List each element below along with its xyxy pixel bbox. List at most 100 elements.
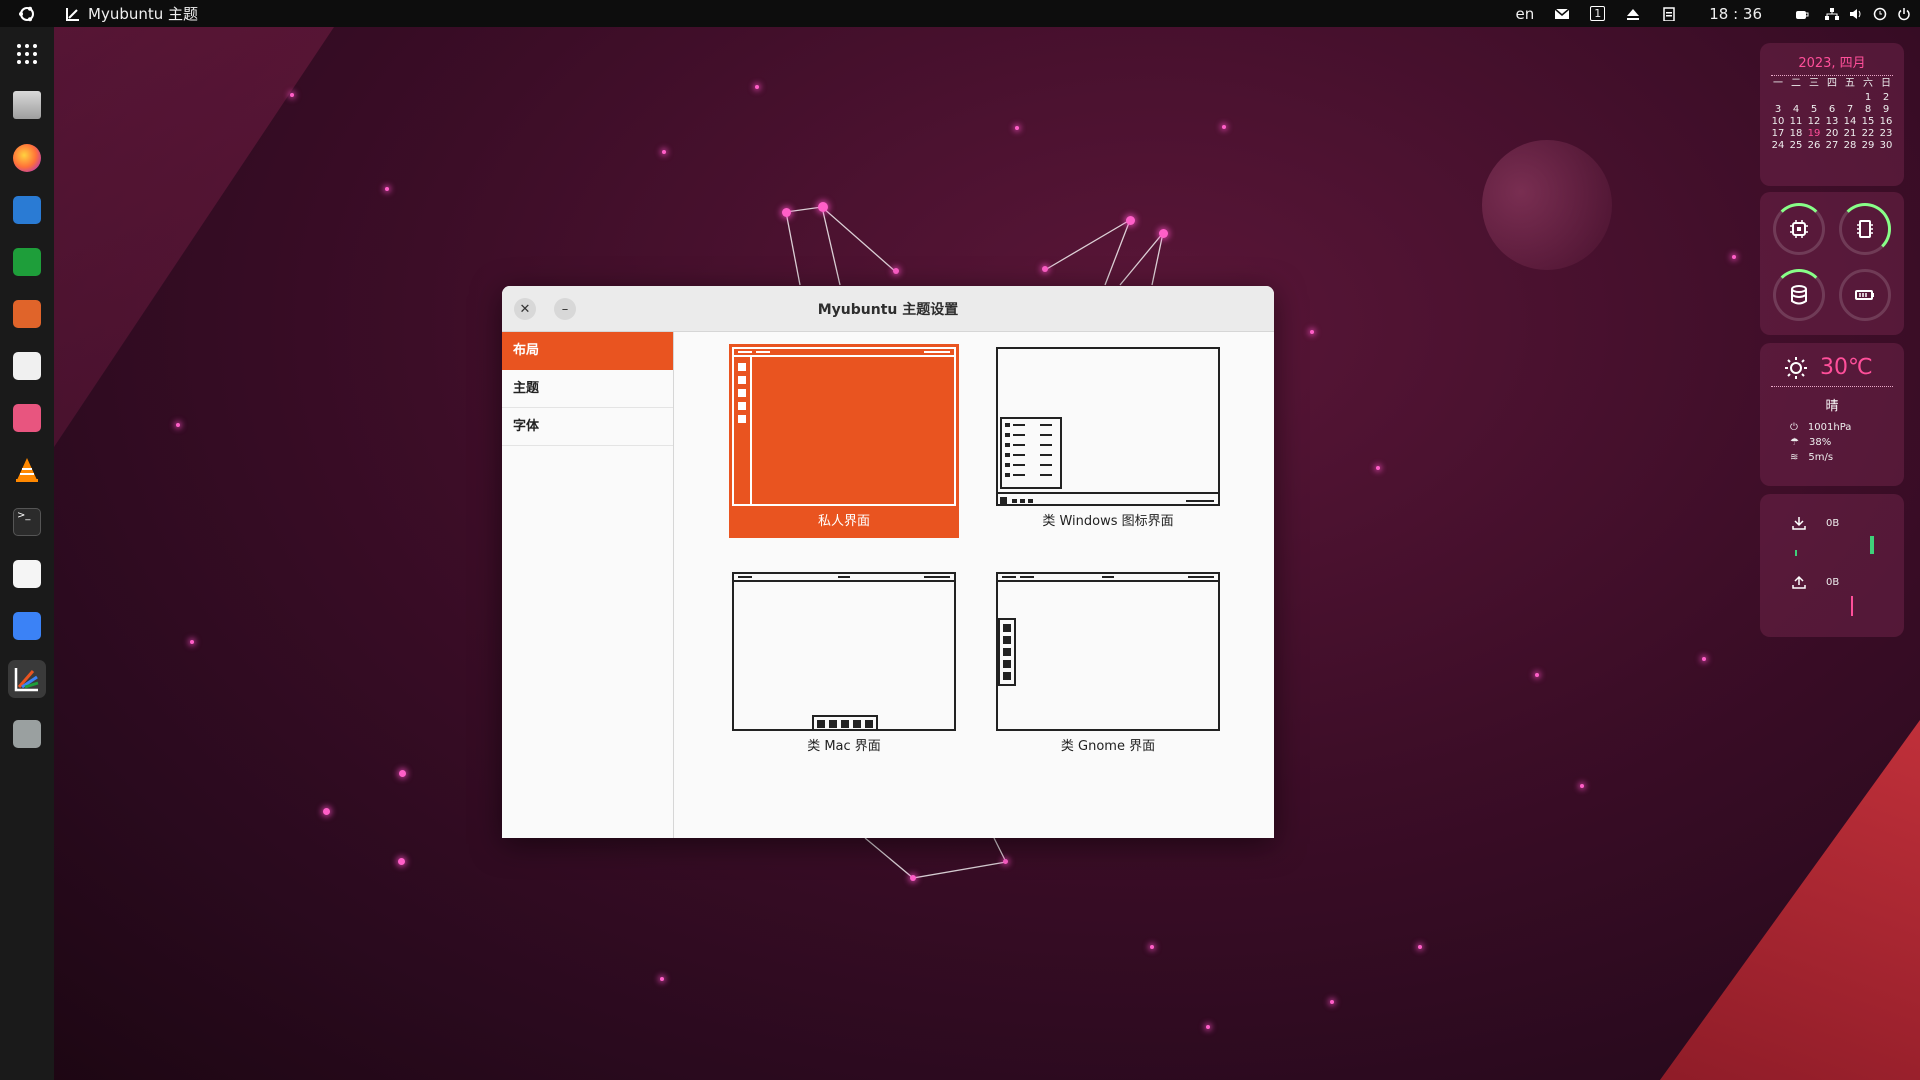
- myubuntu-theme-icon: [14, 668, 39, 692]
- screenshot-launcher[interactable]: [8, 607, 46, 645]
- network-icon[interactable]: [1820, 0, 1844, 27]
- calendar-day[interactable]: 2: [1877, 92, 1895, 104]
- calendar-day[interactable]: 11: [1787, 116, 1805, 128]
- calendar-day[interactable]: 1: [1859, 92, 1877, 104]
- calc-icon: [13, 248, 41, 276]
- layout-option-gnome[interactable]: 类 Gnome 界面: [993, 569, 1223, 763]
- calendar-day[interactable]: 24: [1769, 140, 1787, 152]
- writer-launcher[interactable]: [8, 191, 46, 229]
- layout-option-mac[interactable]: 类 Mac 界面: [729, 569, 959, 763]
- calendar-day[interactable]: 12: [1805, 116, 1823, 128]
- sidebar-item-layout[interactable]: 布局: [502, 332, 673, 370]
- calendar-day[interactable]: 19: [1805, 128, 1823, 140]
- files-launcher[interactable]: [8, 86, 46, 124]
- trash-icon: [13, 720, 41, 748]
- star: [176, 423, 180, 427]
- star: [1376, 466, 1380, 470]
- calendar-day[interactable]: 18: [1787, 128, 1805, 140]
- settings-sidebar: 布局 主题 字体: [502, 332, 674, 838]
- memory-icon[interactable]: [1839, 203, 1891, 255]
- star: [662, 150, 666, 154]
- calendar-day[interactable]: 30: [1877, 140, 1895, 152]
- layout-label-private: 私人界面: [817, 514, 870, 529]
- weather-widget: 30℃ 晴 ⏻ 1001hPa ☂ 38% ≋ 5m/s: [1760, 343, 1904, 486]
- impress-launcher[interactable]: [8, 295, 46, 333]
- calendar-day[interactable]: 28: [1841, 140, 1859, 152]
- calendar-day[interactable]: 20: [1823, 128, 1841, 140]
- calendar-day[interactable]: 4: [1787, 104, 1805, 116]
- show-apps-button[interactable]: [8, 35, 46, 73]
- window-header: ✕ – Myubuntu 主题设置: [502, 286, 1274, 332]
- app-menu[interactable]: Myubuntu 主题: [54, 3, 198, 24]
- software-launcher[interactable]: [8, 347, 46, 385]
- layout-preview-mac: [732, 572, 956, 731]
- firefox-launcher[interactable]: [8, 139, 46, 177]
- app-title: Myubuntu 主题: [88, 5, 199, 23]
- star: [1732, 255, 1736, 259]
- text-editor-launcher[interactable]: [8, 555, 46, 593]
- calendar-day[interactable]: 27: [1823, 140, 1841, 152]
- layout-preview-gnome: [996, 572, 1220, 731]
- sidebar-item-theme[interactable]: 主题: [502, 370, 673, 408]
- calendar-day: [1823, 92, 1841, 104]
- calendar-weekday: 二: [1791, 78, 1801, 89]
- terminal-launcher[interactable]: >_: [8, 503, 46, 541]
- power-icon[interactable]: [1892, 0, 1920, 27]
- upload-speed: 0B: [1826, 576, 1840, 588]
- calendar-day[interactable]: 5: [1805, 104, 1823, 116]
- layout-option-windows[interactable]: 类 Windows 图标界面: [993, 344, 1223, 538]
- system-monitor-widget: [1760, 192, 1904, 335]
- sidebar-item-font[interactable]: 字体: [502, 408, 673, 446]
- calendar-day[interactable]: 13: [1823, 116, 1841, 128]
- calendar-day[interactable]: 15: [1859, 116, 1877, 128]
- battery-icon[interactable]: [1839, 269, 1891, 321]
- calc-launcher[interactable]: [8, 243, 46, 281]
- star: [399, 770, 406, 777]
- trash-launcher[interactable]: [8, 715, 46, 753]
- calendar-title: 2023, 四月: [1798, 56, 1866, 71]
- coffee-icon[interactable]: [1784, 0, 1820, 27]
- calendar-day[interactable]: 29: [1859, 140, 1877, 152]
- window-title: Myubuntu 主题设置: [817, 302, 959, 318]
- installer-launcher[interactable]: [8, 399, 46, 437]
- language-indicator[interactable]: en: [1505, 0, 1544, 27]
- layout-option-private[interactable]: 私人界面: [729, 344, 959, 538]
- star: [755, 85, 759, 89]
- activities-button[interactable]: [0, 0, 54, 27]
- clipboard-icon[interactable]: [1651, 0, 1687, 27]
- calendar-day[interactable]: 10: [1769, 116, 1787, 128]
- calendar-day[interactable]: 23: [1877, 128, 1895, 140]
- power-clock-icon[interactable]: [1868, 0, 1892, 27]
- layout-options: 私人界面 类 Windows 图标界面 类 Mac 界面 类 Gnome 界面: [675, 332, 1274, 838]
- network-widget: 0B 0B: [1760, 494, 1904, 637]
- calendar-day[interactable]: 26: [1805, 140, 1823, 152]
- calendar-day[interactable]: 25: [1787, 140, 1805, 152]
- calendar-day[interactable]: 21: [1841, 128, 1859, 140]
- calendar-weekday: 六: [1863, 78, 1873, 89]
- star: [910, 875, 916, 881]
- calendar-day[interactable]: 16: [1877, 116, 1895, 128]
- layout-preview-private: [732, 347, 956, 506]
- eject-icon[interactable]: [1615, 0, 1651, 27]
- disk-icon[interactable]: [1773, 269, 1825, 321]
- mail-icon[interactable]: [1544, 0, 1580, 27]
- calendar-weekdays: 一二三四五六日: [1760, 78, 1904, 90]
- start-menu-preview: [1000, 417, 1062, 489]
- calendar-day[interactable]: 8: [1859, 104, 1877, 116]
- calendar-day[interactable]: 7: [1841, 104, 1859, 116]
- calendar-day[interactable]: 14: [1841, 116, 1859, 128]
- volume-icon[interactable]: [1844, 0, 1868, 27]
- star: [1418, 945, 1422, 949]
- workspace-indicator[interactable]: 1: [1580, 0, 1615, 27]
- calendar-day[interactable]: 6: [1823, 104, 1841, 116]
- calendar-day[interactable]: 22: [1859, 128, 1877, 140]
- calendar-day[interactable]: 3: [1769, 104, 1787, 116]
- vlc-launcher[interactable]: [8, 451, 46, 489]
- star: [1126, 216, 1135, 225]
- clock[interactable]: 18 : 36: [1687, 0, 1784, 27]
- calendar-day[interactable]: 17: [1769, 128, 1787, 140]
- calendar-widget: 2023, 四月 一二三四五六日 1 2 3 4 5 6 7 8 9 10 11 12 13 14 15 16…: [1760, 43, 1904, 186]
- cpu-icon[interactable]: [1773, 203, 1825, 255]
- calendar-day[interactable]: 9: [1877, 104, 1895, 116]
- myubuntu-theme-launcher[interactable]: [8, 660, 46, 698]
